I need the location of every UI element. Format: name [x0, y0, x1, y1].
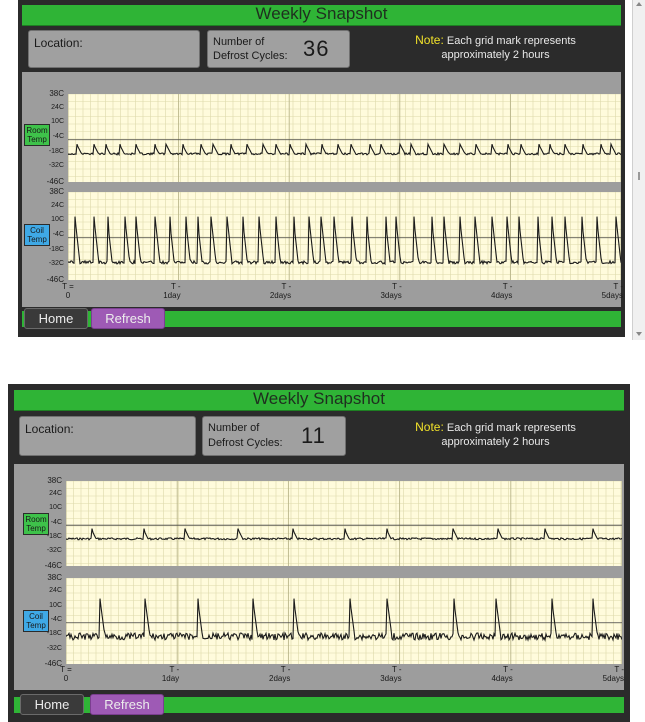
- refresh-button[interactable]: Refresh: [91, 308, 165, 329]
- y-tick-label: -4C: [50, 616, 62, 623]
- note-2: Note: Each grid mark represents approxim…: [388, 420, 603, 449]
- note-word: Note:: [415, 33, 444, 47]
- defrost-cycles-value: 36: [303, 36, 330, 61]
- coil-temp-trace: [68, 216, 621, 266]
- y-tick-label: -32C: [46, 644, 62, 652]
- y-tick-label: 38C: [49, 89, 64, 98]
- note-line1: Each grid mark represents: [446, 35, 576, 47]
- defrost-cycles-value: 11: [301, 423, 326, 448]
- location-box-1: Location:: [28, 30, 200, 68]
- x-tick-label: T -4days: [491, 282, 513, 300]
- refresh-button[interactable]: Refresh: [90, 694, 164, 715]
- x-tick-label: T -1day: [161, 665, 180, 683]
- snapshot-panel-1: Weekly Snapshot Location: Number of Defr…: [18, 0, 625, 337]
- y-tick-label: 38C: [49, 187, 64, 196]
- grid: [68, 94, 621, 182]
- scroll-thumb[interactable]: [638, 172, 640, 180]
- y-tick-label: -46C: [44, 561, 62, 570]
- room-temp-graph-2: [66, 481, 622, 566]
- y-tick-label: 38C: [47, 573, 62, 582]
- note-line2: approximately 2 hours: [441, 49, 550, 61]
- defrost-cycles-label-line1: Number of: [213, 36, 265, 48]
- coil-temp-plot-2: [66, 578, 622, 664]
- y-tick-label: -18C: [48, 245, 64, 253]
- scroll-down-arrow-icon[interactable]: [636, 332, 642, 336]
- y-tick-label: -4C: [52, 231, 64, 238]
- room-temp-trace: [68, 142, 621, 157]
- y-tick-label: -32C: [48, 162, 64, 170]
- y-tick-label: 24C: [51, 201, 64, 209]
- y-tick-label: -4C: [50, 518, 62, 526]
- x-tick-label: T -5days: [601, 282, 623, 300]
- x-tick-label: T -3days: [380, 665, 402, 683]
- x-tick-label: T -2days: [269, 665, 291, 683]
- scroll-up-arrow-icon[interactable]: [636, 2, 642, 6]
- y-tick-label: -32C: [46, 546, 62, 554]
- home-button[interactable]: Home: [20, 694, 84, 715]
- defrost-cycles-label-line1: Number of: [208, 422, 260, 434]
- x-tick-label: T -5days: [602, 665, 624, 683]
- home-button[interactable]: Home: [24, 308, 88, 329]
- y-tick-label: -46C: [46, 177, 64, 186]
- grid: [66, 481, 622, 566]
- y-tick-label: 38C: [47, 476, 62, 485]
- note-line2: approximately 2 hours: [441, 436, 550, 448]
- defrost-cycles-label-line2: Defrost Cycles:: [208, 437, 283, 449]
- location-label: Location:: [34, 36, 83, 50]
- chart-area-1: Room Temp Coil Temp 38C 24C 10C -4C -18C -32C…: [22, 72, 623, 307]
- y-tick-label: 24C: [49, 490, 62, 498]
- room-temp-plot-1: [68, 94, 621, 182]
- y-tick-label: 24C: [51, 103, 64, 111]
- y-tick-label: -18C: [46, 532, 62, 540]
- location-box-2: Location:: [19, 416, 196, 456]
- x-tick-label: T = 0: [62, 282, 74, 300]
- x-tick-label: T -1day: [163, 282, 181, 300]
- y-tick-label: -18C: [48, 147, 64, 155]
- note-1: Note: Each grid mark represents approxim…: [388, 33, 603, 62]
- scrollbar[interactable]: [632, 0, 645, 340]
- y-tick-label: -32C: [48, 260, 64, 268]
- y-tick-label: 10C: [51, 216, 64, 224]
- note-word: Note:: [415, 420, 444, 434]
- snapshot-title-2: Weekly Snapshot: [14, 390, 624, 411]
- coil-temp-plot-1: [68, 192, 621, 280]
- y-tick-label: 10C: [49, 601, 62, 609]
- y-tick-label: -18C: [46, 630, 62, 638]
- defrost-cycles-box-2: Number of Defrost Cycles: 11: [202, 416, 346, 456]
- y-tick-label: 10C: [51, 118, 64, 126]
- y-tick-label: 24C: [49, 587, 62, 595]
- coil-temp-graph-2: [66, 578, 622, 664]
- room-temp-plot-2: [66, 481, 622, 566]
- note-line1: Each grid mark represents: [446, 422, 576, 434]
- snapshot-panel-2: Weekly Snapshot Location: Number of Defr…: [8, 384, 630, 722]
- x-tick-label: T -3days: [380, 282, 402, 300]
- snapshot-title-1: Weekly Snapshot: [22, 5, 621, 26]
- grid: [66, 578, 622, 664]
- x-tick-label: T -4days: [491, 665, 513, 683]
- x-tick-label: T = 0: [60, 665, 72, 683]
- x-tick-label: T -2days: [269, 282, 292, 300]
- y-tick-label: -4C: [52, 133, 64, 140]
- defrost-cycles-box-1: Number of Defrost Cycles: 36: [207, 30, 350, 68]
- defrost-cycles-label-line2: Defrost Cycles:: [213, 50, 288, 62]
- y-tick-label: 10C: [49, 504, 62, 512]
- location-label: Location:: [25, 422, 74, 436]
- chart-area-2: Room Temp Coil Temp 38C 24C 10C -4C -18C -32C…: [14, 464, 624, 690]
- coil-temp-graph-1: [68, 192, 621, 280]
- room-temp-graph-1: [68, 94, 621, 182]
